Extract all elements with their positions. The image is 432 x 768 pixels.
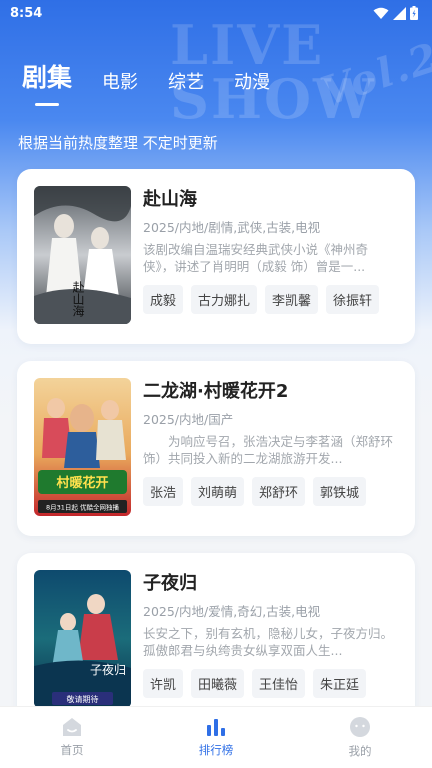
cast-chip[interactable]: 郭铁城 — [313, 477, 367, 506]
cast-chip[interactable]: 田曦薇 — [191, 669, 245, 698]
item-description: 该剧改编自温瑞安经典武侠小说《神州奇侠》，讲述了肖明明（成毅 饰）曾是一... — [143, 242, 369, 274]
cast-chip[interactable]: 王佳怡 — [252, 669, 306, 698]
tab-anime[interactable]: 动漫 — [234, 68, 270, 106]
nav-home-label: 首页 — [60, 743, 84, 757]
nav-ranking[interactable]: 排行榜 — [171, 717, 261, 758]
poster-image[interactable]: 村暖花开 8月31日起 优酷全网独播 — [34, 378, 131, 516]
poster-title-text: 赴山海 — [71, 281, 85, 317]
poster-title-text: 子夜归 — [90, 662, 126, 677]
tab-variety[interactable]: 综艺 — [168, 68, 204, 106]
bottom-nav: 首页 排行榜 我的 — [0, 706, 432, 768]
ranking-subtitle: 根据当前热度整理 不定时更新 — [18, 134, 218, 152]
item-title: 二龙湖·村暖花开2 — [143, 381, 289, 402]
poster-caption: 8月31日起 优酷全网独播 — [46, 503, 119, 512]
cast-chip[interactable]: 古力娜扎 — [191, 285, 258, 314]
poster-caption: 敬请期待 — [67, 694, 99, 704]
ranking-list: 赴山海 赴山海 2025/内地/剧情,武侠,古装,电视 该剧改编自温瑞安经典武侠… — [17, 169, 415, 745]
tab-series[interactable]: 剧集 — [22, 58, 72, 106]
nav-home[interactable]: 首页 — [27, 717, 117, 758]
cast-chip[interactable]: 李凯馨 — [265, 285, 319, 314]
cast-chip[interactable]: 张浩 — [143, 477, 184, 506]
tab-movies[interactable]: 电影 — [102, 68, 138, 106]
nav-ranking-label: 排行榜 — [198, 743, 234, 757]
list-item[interactable]: 赴山海 赴山海 2025/内地/剧情,武侠,古装,电视 该剧改编自温瑞安经典武侠… — [17, 169, 415, 344]
list-item[interactable]: 子夜归 敬请期待 子夜归 2025/内地/爱情,奇幻,古装,电视 长安之下，别有… — [17, 553, 415, 728]
poster-image[interactable]: 子夜归 敬请期待 — [34, 570, 131, 708]
poster-image[interactable]: 赴山海 — [34, 186, 131, 324]
item-title: 赴山海 — [143, 189, 197, 210]
cast-chip[interactable]: 郑舒环 — [252, 477, 306, 506]
cast-list: 成毅 古力娜扎 李凯馨 徐振轩 — [143, 285, 397, 314]
cast-chip[interactable]: 刘萌萌 — [191, 477, 245, 506]
cast-list: 许凯 田曦薇 王佳怡 朱正廷 — [143, 669, 397, 698]
item-meta: 2025/内地/剧情,武侠,古装,电视 — [143, 220, 321, 235]
cast-list: 张浩 刘萌萌 郑舒环 郭铁城 — [143, 477, 397, 506]
nav-profile[interactable]: 我的 — [315, 716, 405, 759]
item-description: 长安之下，别有玄机，隐秘儿女，子夜方归。孤傲郎君与纨绔贵女纵享双面人生... — [143, 626, 394, 658]
poster-title-text: 村暖花开 — [56, 475, 108, 491]
status-time: 8:54 — [10, 5, 43, 21]
cast-chip[interactable]: 成毅 — [143, 285, 184, 314]
home-icon — [63, 718, 81, 736]
item-description: 为响应号召，张浩决定与李茗涵（郑舒环饰）共同投入新的二龙湖旅游开发... — [143, 434, 394, 466]
list-item[interactable]: 村暖花开 8月31日起 优酷全网独播 二龙湖·村暖花开2 2025/内地/国产 … — [17, 361, 415, 536]
cast-chip[interactable]: 许凯 — [143, 669, 184, 698]
item-title: 子夜归 — [143, 573, 197, 594]
item-meta: 2025/内地/爱情,奇幻,古装,电视 — [143, 604, 321, 619]
category-tabs: 剧集 电影 综艺 动漫 — [22, 58, 300, 106]
nav-profile-label: 我的 — [348, 744, 372, 758]
chart-icon — [207, 719, 225, 736]
profile-icon — [350, 717, 370, 737]
item-meta: 2025/内地/国产 — [143, 412, 234, 427]
cast-chip[interactable]: 朱正廷 — [313, 669, 367, 698]
cast-chip[interactable]: 徐振轩 — [326, 285, 380, 314]
